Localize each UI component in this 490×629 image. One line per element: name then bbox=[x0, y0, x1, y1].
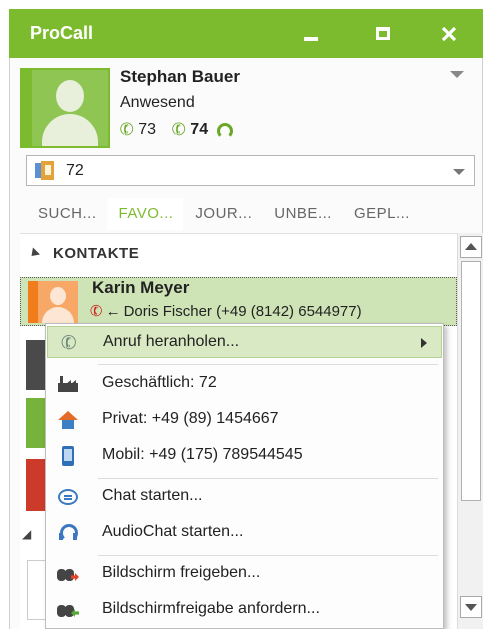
line-selector[interactable]: 72 bbox=[26, 155, 475, 186]
phone-icon: ✆ bbox=[117, 118, 137, 141]
collapse-icon[interactable]: ◢ bbox=[22, 527, 31, 541]
contact-name: Karin Meyer bbox=[92, 278, 190, 297]
list-scrollbar[interactable] bbox=[457, 233, 483, 629]
contact-row[interactable]: Karin Meyer ✆ ← Doris Fischer (+49 (8142… bbox=[20, 277, 457, 326]
profile-avatar[interactable] bbox=[20, 68, 110, 148]
chat-icon bbox=[58, 489, 78, 505]
presence-status[interactable]: Anwesend bbox=[120, 94, 195, 112]
section-header[interactable]: KONTAKTE bbox=[27, 245, 140, 262]
tab-geplant[interactable]: GEPL... bbox=[342, 198, 420, 230]
close-button[interactable] bbox=[427, 9, 471, 58]
scroll-down-button[interactable] bbox=[460, 596, 482, 618]
menu-item-start-chat[interactable]: Chat starten... bbox=[47, 481, 442, 513]
menu-item-private-phone[interactable]: Privat: +49 (89) 1454667 bbox=[47, 404, 442, 436]
maximize-button[interactable] bbox=[361, 9, 405, 58]
headset-icon[interactable] bbox=[216, 122, 234, 139]
phone-icon: ✆ bbox=[169, 118, 189, 141]
list-item[interactable] bbox=[26, 340, 46, 390]
call-pickup-icon: ✆ bbox=[57, 330, 81, 356]
tab-unbeantwortet[interactable]: UNBE... bbox=[262, 198, 342, 230]
contact-context-menu: ✆ Anruf heranholen... Geschäftlich: 72 P… bbox=[45, 323, 444, 629]
maximize-icon bbox=[376, 27, 390, 40]
scroll-thumb[interactable] bbox=[461, 261, 481, 501]
share-screen-icon bbox=[57, 565, 79, 583]
home-icon bbox=[58, 411, 78, 429]
call-direction-icon: ← bbox=[105, 302, 121, 320]
tab-suche[interactable]: SUCH... bbox=[26, 198, 107, 230]
tab-bar: SUCH... FAVO... JOUR... UNBE... GEPL... bbox=[26, 198, 420, 230]
menu-item-pickup-call[interactable]: ✆ Anruf heranholen... bbox=[47, 326, 442, 358]
list-item[interactable] bbox=[27, 560, 47, 620]
menu-item-mobile-phone[interactable]: Mobil: +49 (175) 789544545 bbox=[47, 440, 442, 472]
phonebook-icon bbox=[35, 161, 55, 181]
title-bar: ProCall bbox=[9, 9, 483, 58]
line-number-active[interactable]: 74 bbox=[190, 121, 208, 139]
window-title: ProCall bbox=[30, 23, 94, 43]
profile-name: Stephan Bauer bbox=[120, 67, 240, 86]
line-selector-value: 72 bbox=[66, 162, 84, 179]
minimize-button[interactable] bbox=[289, 9, 333, 58]
active-call-icon: ✆ bbox=[87, 301, 106, 322]
avatar-silhouette bbox=[32, 70, 108, 146]
menu-item-business-phone[interactable]: Geschäftlich: 72 bbox=[47, 368, 442, 400]
collapse-icon bbox=[27, 247, 41, 260]
request-screen-share-icon bbox=[57, 601, 79, 619]
list-item[interactable] bbox=[26, 398, 46, 448]
minimize-icon bbox=[304, 36, 318, 41]
dropdown-arrow-icon bbox=[453, 169, 465, 175]
tab-journal[interactable]: JOUR... bbox=[183, 198, 262, 230]
menu-item-share-screen[interactable]: Bildschirm freigeben... bbox=[47, 558, 442, 590]
mobile-phone-icon bbox=[62, 446, 74, 466]
business-phone-icon bbox=[58, 376, 78, 392]
close-icon bbox=[441, 26, 457, 41]
menu-item-start-audiochat[interactable]: AudioChat starten... bbox=[47, 517, 442, 549]
headset-icon bbox=[58, 523, 78, 543]
section-title: KONTAKTE bbox=[53, 245, 140, 262]
scroll-up-button[interactable] bbox=[460, 236, 482, 258]
call-partner: Doris Fischer (+49 (8142) 6544977) bbox=[123, 302, 362, 320]
menu-item-request-screen-share[interactable]: Bildschirmfreigabe anfordern... bbox=[47, 594, 442, 626]
line-number[interactable]: 73 bbox=[138, 121, 156, 139]
list-item[interactable] bbox=[26, 459, 46, 511]
contact-call-detail: ✆ ← Doris Fischer (+49 (8142) 6544977) bbox=[87, 301, 362, 322]
profile-lines: ✆ 73 ✆ 74 bbox=[117, 118, 234, 141]
contact-avatar bbox=[28, 281, 78, 323]
tab-favoriten[interactable]: FAVO... bbox=[106, 198, 184, 230]
submenu-arrow-icon bbox=[421, 338, 427, 348]
chevron-down-icon[interactable] bbox=[450, 71, 464, 78]
